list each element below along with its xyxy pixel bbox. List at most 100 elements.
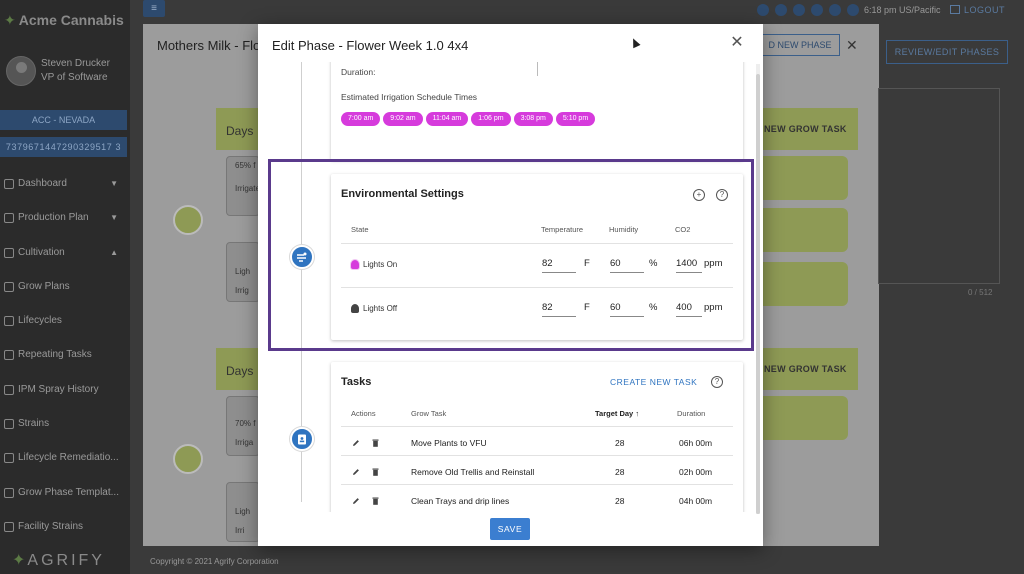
- timeline-dot: [173, 205, 203, 235]
- humidity-unit: %: [649, 302, 658, 313]
- tasks-timeline-icon: [290, 427, 314, 451]
- duration-label: Duration:: [341, 67, 376, 77]
- license-badge[interactable]: 7379671447290329517 3: [0, 137, 127, 157]
- microphone-icon[interactable]: [847, 4, 859, 16]
- background-grow-card[interactable]: [760, 208, 848, 252]
- clipboard-icon: [298, 434, 306, 445]
- timeline-dot: [173, 444, 203, 474]
- info-icon[interactable]: [793, 4, 805, 16]
- environment-timeline-icon: [290, 245, 314, 269]
- state-lights-off: Lights Off: [351, 304, 397, 313]
- sidebar-item-grow-plans[interactable]: Grow Plans: [0, 277, 130, 311]
- irrigation-time-chip[interactable]: 5:10 pm: [555, 112, 596, 126]
- background-grow-card[interactable]: [760, 396, 848, 440]
- sidebar-item-grow-phase-templates[interactable]: Grow Phase Templat...: [0, 483, 130, 517]
- edit-pencil-icon[interactable]: [352, 468, 360, 476]
- co2-input[interactable]: 400: [676, 302, 702, 317]
- irrigation-time-chip[interactable]: 1:06 pm: [471, 112, 511, 126]
- irrigation-time-chip[interactable]: 7:00 am: [341, 112, 381, 126]
- close-icon[interactable]: ✕: [728, 34, 746, 52]
- modal-scroll-area[interactable]: Duration: Estimated Irrigation Schedule …: [258, 62, 763, 512]
- brand-name: Acme Cannabis: [18, 12, 124, 28]
- help-icon[interactable]: ?: [716, 189, 728, 201]
- trash-icon[interactable]: [372, 468, 379, 476]
- sidebar-item-cultivation[interactable]: Cultivation ▲: [0, 243, 130, 277]
- sidebar-item-ipm-spray-history[interactable]: IPM Spray History: [0, 380, 130, 414]
- card-subtext: Irrig: [235, 286, 249, 295]
- co2-unit: ppm: [704, 302, 723, 313]
- bug-icon[interactable]: [811, 4, 823, 16]
- new-grow-task-button[interactable]: NEW GROW TASK: [758, 348, 858, 390]
- background-grow-card[interactable]: [760, 262, 848, 306]
- scrollbar-thumb[interactable]: [756, 74, 760, 514]
- sidebar-item-label: Lifecycles: [18, 315, 62, 327]
- save-button[interactable]: SAVE: [490, 518, 530, 540]
- trash-icon[interactable]: [372, 439, 379, 447]
- help-icon[interactable]: [757, 4, 769, 16]
- sidebar-item-lifecycles[interactable]: Lifecycles: [0, 311, 130, 345]
- co2-input[interactable]: 1400: [676, 258, 702, 273]
- chevron-up-icon: ▲: [110, 247, 118, 257]
- globe-icon[interactable]: [829, 4, 841, 16]
- sidebar-item-lifecycle-remediation[interactable]: Lifecycle Remediatio...: [0, 448, 130, 482]
- modal-title: Edit Phase - Flower Week 1.0 4x4: [272, 38, 469, 53]
- humidity-input[interactable]: 60: [610, 302, 644, 317]
- divider: [341, 455, 733, 456]
- review-edit-phases-button[interactable]: REVIEW/EDIT PHASES: [886, 40, 1008, 64]
- background-task-card[interactable]: 65% f Irrigate: [226, 156, 260, 216]
- current-time: 6:18 pm US/Pacific: [864, 5, 941, 15]
- background-grow-card[interactable]: [760, 156, 848, 200]
- create-new-task-button[interactable]: CREATE NEW TASK: [610, 377, 697, 387]
- sidebar-item-dashboard[interactable]: Dashboard ▼: [0, 174, 130, 208]
- pie-icon: [4, 213, 14, 224]
- leaf-icon: ✦: [12, 552, 26, 569]
- sidebar-item-label: Production Plan: [18, 212, 89, 224]
- task-duration: 06h 00m: [679, 438, 713, 448]
- sidebar-item-label: Dashboard: [18, 178, 67, 189]
- irrigation-time-chip[interactable]: 11:04 am: [425, 112, 469, 126]
- help-icon[interactable]: ?: [711, 376, 723, 388]
- modal-scrollbar[interactable]: [756, 64, 760, 514]
- top-icons: [757, 4, 859, 16]
- irrigation-time-chip[interactable]: 9:02 am: [383, 112, 423, 126]
- menu-button[interactable]: ≡: [143, 0, 165, 17]
- background-task-card[interactable]: Ligh Irri: [226, 482, 260, 542]
- add-circle-icon[interactable]: +: [693, 189, 705, 201]
- phase-details-card: Duration: Estimated Irrigation Schedule …: [331, 62, 743, 160]
- edit-pencil-icon[interactable]: [352, 497, 360, 505]
- trash-icon[interactable]: [372, 497, 379, 505]
- temperature-input[interactable]: 82: [542, 258, 576, 273]
- irrigation-times: 7:00 am 9:02 am 11:04 am 1:06 pm 3:08 pm…: [341, 112, 596, 126]
- logout-button[interactable]: LOGOUT: [950, 5, 1005, 15]
- facility-selector[interactable]: ACC - NEVADA: [0, 110, 127, 130]
- background-close-icon[interactable]: ✕: [846, 37, 858, 54]
- irrigation-time-chip[interactable]: 3:08 pm: [513, 112, 553, 126]
- card-subtext: Irriga: [235, 438, 254, 447]
- task-duration: 02h 00m: [679, 467, 713, 477]
- user-profile[interactable]: Steven Drucker VP of Software: [6, 56, 128, 90]
- remediation-icon: [4, 453, 14, 464]
- column-header-target-day[interactable]: Target Day ↑: [595, 409, 639, 418]
- column-header-duration: Duration: [677, 409, 706, 418]
- days-header: Days: [216, 348, 260, 390]
- brand-logo: ✦ Acme Cannabis: [4, 12, 124, 29]
- sidebar-item-facility-strains[interactable]: Facility Strains: [0, 517, 130, 551]
- background-task-card[interactable]: 70% f Irriga: [226, 396, 260, 456]
- task-target-day: 28: [615, 467, 625, 477]
- new-grow-task-button[interactable]: NEW GROW TASK: [758, 108, 858, 150]
- video-icon[interactable]: [775, 4, 787, 16]
- divider: [341, 484, 733, 485]
- notes-textarea[interactable]: [878, 88, 1000, 284]
- sidebar-item-production-plan[interactable]: Production Plan ▼: [0, 208, 130, 242]
- temperature-input[interactable]: 82: [542, 302, 576, 317]
- sidebar-item-strains[interactable]: Strains: [0, 414, 130, 448]
- add-new-phase-button[interactable]: D NEW PHASE: [760, 34, 840, 56]
- task-name: Remove Old Trellis and Reinstall: [411, 467, 535, 477]
- sidebar-item-repeating-tasks[interactable]: Repeating Tasks: [0, 345, 130, 379]
- background-task-card[interactable]: Ligh Irrig: [226, 242, 260, 302]
- divider: [341, 243, 733, 244]
- edit-pencil-icon[interactable]: [352, 439, 360, 447]
- divider: [341, 287, 733, 288]
- task-name: Clean Trays and drip lines: [411, 496, 510, 506]
- humidity-input[interactable]: 60: [610, 258, 644, 273]
